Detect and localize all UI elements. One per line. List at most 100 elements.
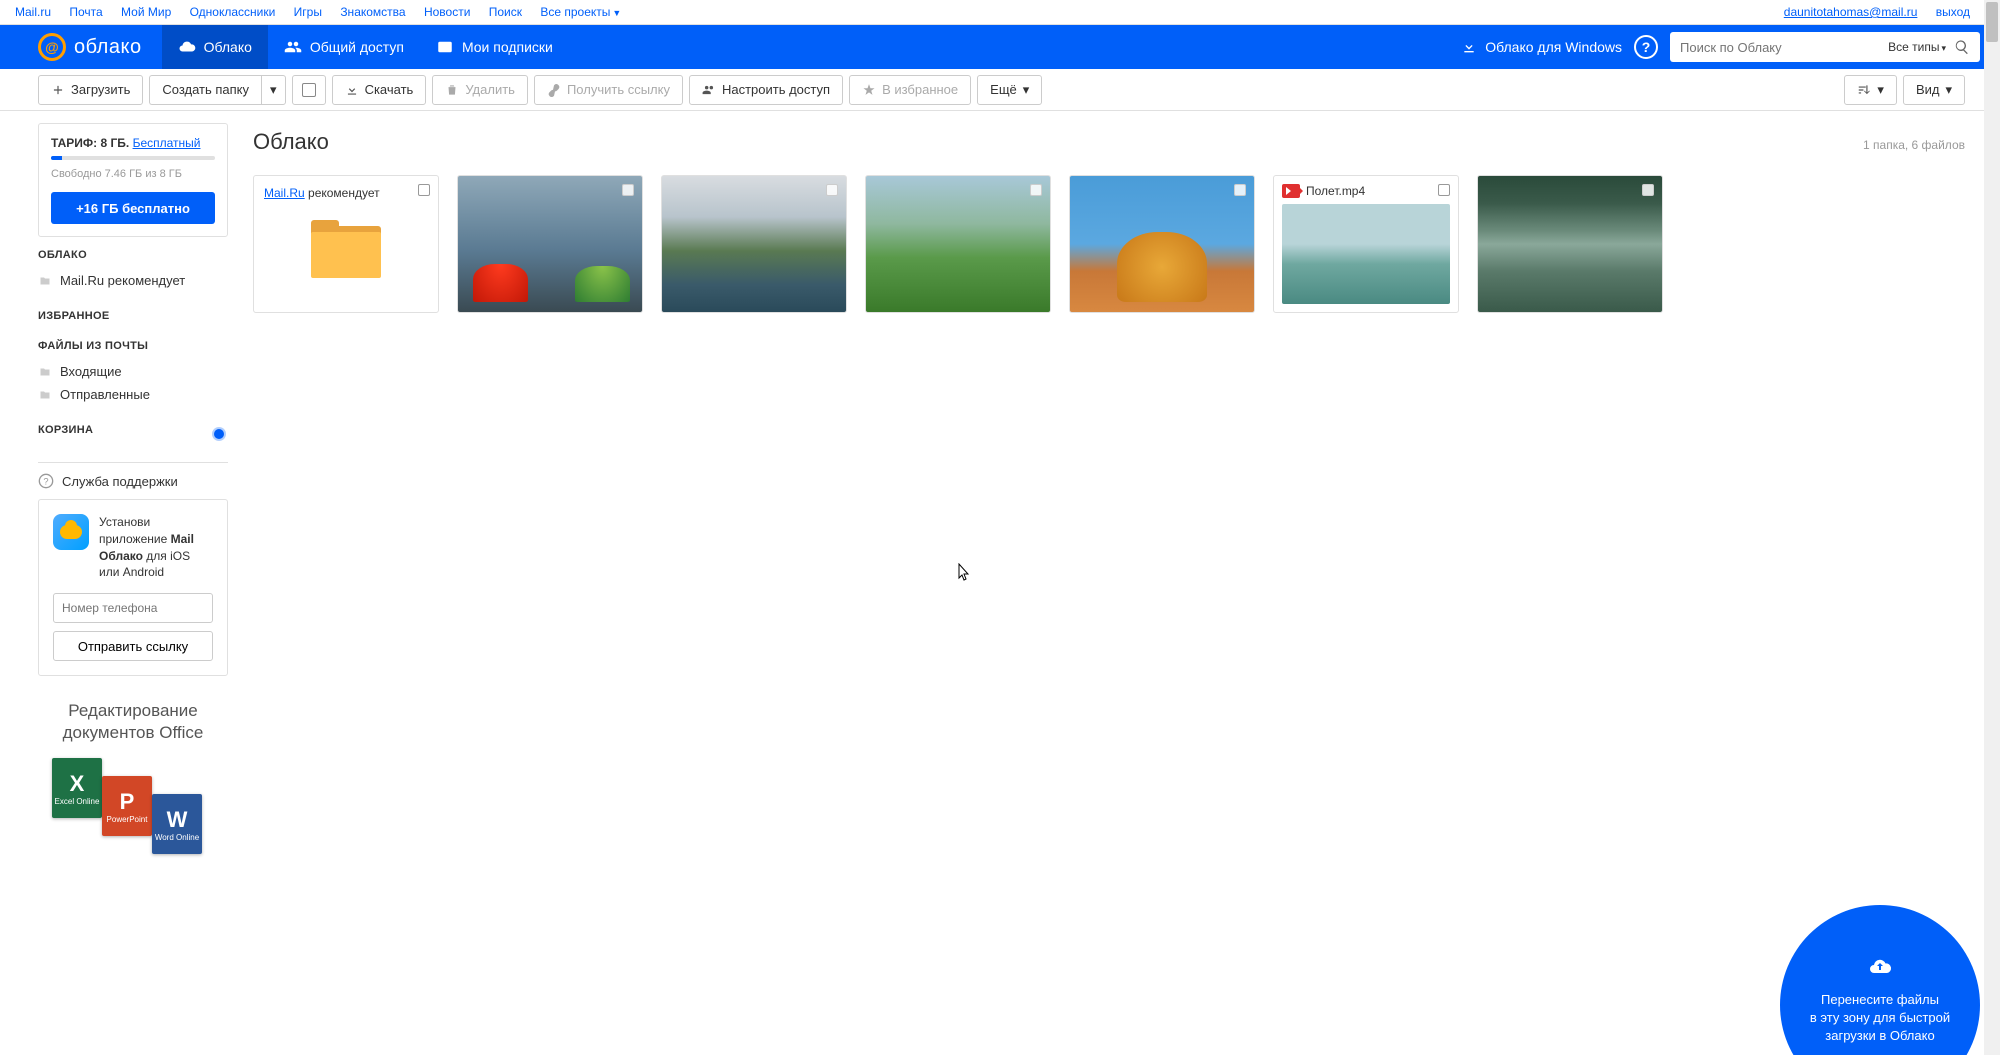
access-button[interactable]: Настроить доступ <box>689 75 843 105</box>
more-button[interactable]: Ещё ▾ <box>977 75 1042 105</box>
people-icon <box>702 83 716 97</box>
logo-text: облако <box>74 36 142 59</box>
top-link-all-projects[interactable]: Все проекты▼ <box>540 5 621 19</box>
sort-icon <box>1857 83 1871 97</box>
app-icon <box>53 514 89 550</box>
download-icon <box>1461 39 1477 55</box>
office-promo: Редактирование документов Office XExcel … <box>38 688 228 870</box>
chevron-down-icon: ▾ <box>270 82 277 98</box>
trash-indicator-dot <box>214 429 224 439</box>
top-link-dating[interactable]: Знакомства <box>340 5 405 19</box>
get-link-button[interactable]: Получить ссылку <box>534 75 683 105</box>
top-link-mymir[interactable]: Мой Мир <box>121 5 171 19</box>
send-link-button[interactable]: Отправить ссылку <box>53 631 213 661</box>
promo-storage-button[interactable]: +16 ГБ бесплатно <box>51 192 215 224</box>
folder-icon <box>311 218 381 278</box>
download-icon <box>345 83 359 97</box>
image-tile[interactable] <box>457 175 643 313</box>
download-button[interactable]: Скачать <box>332 75 427 105</box>
tile-checkbox[interactable] <box>1642 184 1654 196</box>
top-link-ok[interactable]: Одноклассники <box>190 5 276 19</box>
folder-tile-recommends[interactable]: Mail.Ru рекомендует <box>253 175 439 313</box>
storage-text: Свободно 7.46 ГБ из 8 ГБ <box>51 168 215 180</box>
tab-shared[interactable]: Общий доступ <box>268 25 420 69</box>
image-tile[interactable] <box>865 175 1051 313</box>
tile-checkbox[interactable] <box>1438 184 1450 196</box>
tile-checkbox[interactable] <box>1030 184 1042 196</box>
content-area: Облако 1 папка, 6 файлов Mail.Ru рекомен… <box>228 111 2000 870</box>
svg-text:?: ? <box>43 476 48 486</box>
top-link-games[interactable]: Игры <box>294 5 322 19</box>
image-tile[interactable] <box>1069 175 1255 313</box>
scrollbar[interactable] <box>1984 0 2000 1055</box>
tab-cloud[interactable]: Облако <box>162 25 268 69</box>
upload-button[interactable]: Загрузить <box>38 75 143 105</box>
people-icon <box>284 38 302 56</box>
view-button[interactable]: Вид ▾ <box>1903 75 1965 105</box>
user-email-link[interactable]: daunitotahomas@mail.ru <box>1784 5 1918 19</box>
tariff-free-link[interactable]: Бесплатный <box>133 136 201 150</box>
sidebar: ТАРИФ: 8 ГБ. Бесплатный Свободно 7.46 ГБ… <box>38 111 228 870</box>
chevron-down-icon: ▾ <box>1877 82 1884 98</box>
logo[interactable]: @ облако <box>0 33 162 61</box>
top-link-search[interactable]: Поиск <box>489 5 522 19</box>
plus-icon <box>51 83 65 97</box>
top-link-mailru[interactable]: Mail.ru <box>15 5 51 19</box>
tile-checkbox[interactable] <box>826 184 838 196</box>
mailru-link[interactable]: Mail.Ru <box>264 186 305 200</box>
top-link-news[interactable]: Новости <box>424 5 470 19</box>
chevron-down-icon: ▼ <box>612 8 621 18</box>
portal-top-bar: Mail.ru Почта Мой Мир Одноклассники Игры… <box>0 0 2000 25</box>
help-icon[interactable]: ? <box>1634 35 1658 59</box>
tile-checkbox[interactable] <box>1234 184 1246 196</box>
sidebar-item-sent[interactable]: Отправленные <box>38 383 228 406</box>
windows-app-link[interactable]: Облако для Windows <box>1461 39 1622 55</box>
sidebar-item-inbox[interactable]: Входящие <box>38 360 228 383</box>
at-icon: @ <box>38 33 66 61</box>
search-icon[interactable] <box>1954 39 1970 55</box>
video-tile[interactable]: Полет.mp4 <box>1273 175 1459 313</box>
top-link-mail[interactable]: Почта <box>69 5 102 19</box>
tab-subscriptions[interactable]: Мои подписки <box>420 25 569 69</box>
word-tile[interactable]: WWord Online <box>152 794 202 854</box>
cloud-upload-icon <box>1868 955 1892 979</box>
video-badge-icon <box>1282 184 1300 198</box>
toolbar: Загрузить Создать папку ▾ Скачать Удалит… <box>0 69 2000 111</box>
create-folder-button[interactable]: Создать папку <box>149 75 261 105</box>
office-promo-title: Редактирование документов Office <box>38 700 228 744</box>
sidebar-heading-mailfiles: ФАЙЛЫ ИЗ ПОЧТЫ <box>38 340 228 352</box>
folder-icon <box>38 366 52 378</box>
delete-button[interactable]: Удалить <box>432 75 528 105</box>
card-icon <box>436 38 454 56</box>
logout-link[interactable]: выход <box>1936 5 1970 19</box>
image-tile[interactable] <box>661 175 847 313</box>
video-filename: Полет.mp4 <box>1306 184 1365 198</box>
create-folder-dropdown[interactable]: ▾ <box>261 75 286 105</box>
chevron-down-icon: ▾ <box>1023 82 1030 98</box>
search-input[interactable] <box>1680 40 1888 55</box>
select-all-checkbox[interactable] <box>292 75 326 105</box>
video-thumbnail <box>1282 204 1450 304</box>
sidebar-heading-favorites: ИЗБРАННОЕ <box>38 310 228 322</box>
tile-checkbox[interactable] <box>622 184 634 196</box>
favorite-button[interactable]: В избранное <box>849 75 971 105</box>
file-grid: Mail.Ru рекомендует Полет.mp4 <box>253 175 1965 313</box>
trash-icon <box>445 83 459 97</box>
search-filter-dropdown[interactable]: Все типы▾ <box>1888 40 1946 54</box>
chevron-down-icon: ▾ <box>1945 82 1952 98</box>
folder-icon <box>38 275 52 287</box>
link-icon <box>547 83 561 97</box>
powerpoint-tile[interactable]: PPowerPoint <box>102 776 152 836</box>
upload-dropzone-bubble[interactable]: Перенесите файлы в эту зону для быстрой … <box>1780 905 1980 1055</box>
image-tile[interactable] <box>1477 175 1663 313</box>
sort-button[interactable]: ▾ <box>1844 75 1897 105</box>
sidebar-heading-trash[interactable]: КОРЗИНА <box>38 424 93 436</box>
phone-input[interactable] <box>53 593 213 623</box>
excel-tile[interactable]: XExcel Online <box>52 758 102 818</box>
folder-icon <box>38 389 52 401</box>
storage-progress <box>51 156 215 160</box>
tile-checkbox[interactable] <box>418 184 430 196</box>
sidebar-item-recommends[interactable]: Mail.Ru рекомендует <box>38 269 228 292</box>
support-link[interactable]: ? Служба поддержки <box>38 462 228 499</box>
search-box: Все типы▾ <box>1670 32 1980 62</box>
